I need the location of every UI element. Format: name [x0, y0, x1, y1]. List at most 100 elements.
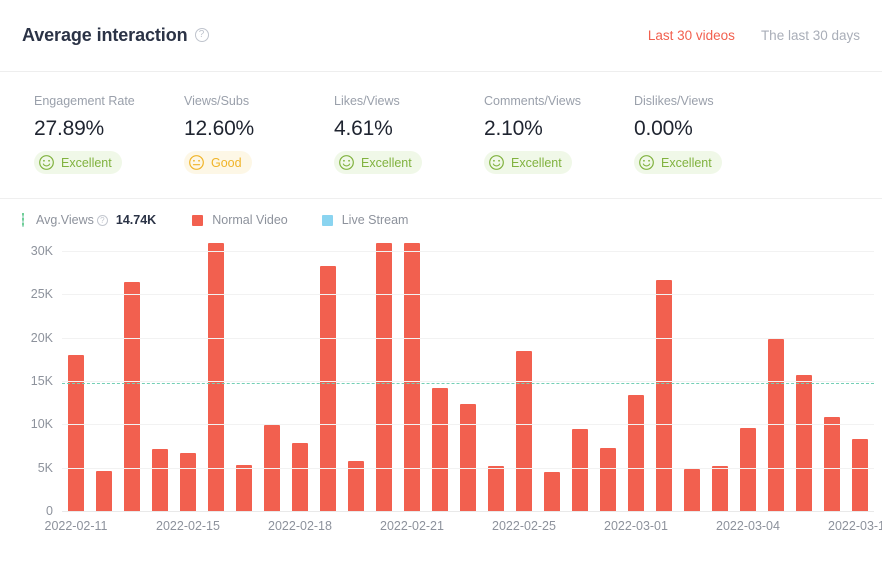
metric-card: Likes/Views 4.61% Excellent	[334, 94, 484, 176]
tab-last-30-days[interactable]: The last 30 days	[761, 28, 860, 43]
chart-bar[interactable]	[124, 282, 140, 511]
status-badge: Excellent	[634, 151, 722, 174]
chart-bar[interactable]	[852, 439, 868, 511]
status-badge-label: Excellent	[511, 156, 562, 170]
metric-value: 27.89%	[34, 117, 184, 141]
legend-label-normal-video: Normal Video	[212, 213, 288, 227]
chart-gridline	[62, 468, 874, 469]
question-circle-icon[interactable]: ?	[195, 28, 209, 42]
y-axis-tick-label: 0	[46, 504, 53, 518]
chart-bar[interactable]	[432, 388, 448, 511]
chart-bar[interactable]	[544, 472, 560, 511]
chart-bar[interactable]	[180, 453, 196, 511]
chart-bar[interactable]	[824, 417, 840, 511]
x-axis-labels: 2022-02-112022-02-152022-02-182022-02-21…	[62, 519, 874, 541]
avg-views-help-icon[interactable]: ?	[97, 215, 108, 226]
metric-label: Dislikes/Views	[634, 94, 784, 108]
y-axis-tick-label: 15K	[31, 374, 53, 388]
page-title: Average interaction	[22, 25, 188, 46]
status-badge-label: Excellent	[361, 156, 412, 170]
x-axis-tick-label: 2022-03-04	[716, 519, 780, 533]
chart-bar[interactable]	[96, 471, 112, 511]
tab-last-30-videos[interactable]: Last 30 videos	[648, 28, 735, 43]
views-bar-chart[interactable]: 30K25K20K15K10K5K0 2022-02-11 2022-02-15 2…	[0, 233, 882, 563]
metric-card: Engagement Rate 27.89% Excellent	[34, 94, 184, 176]
metrics-row: Engagement Rate 27.89% Excellent Views/Sub…	[0, 72, 882, 199]
x-axis-tick-label: 2022-02-18	[268, 519, 332, 533]
avg-views-value: 14.74K	[116, 213, 156, 227]
metric-label: Comments/Views	[484, 94, 634, 108]
smiley-face-icon	[638, 154, 655, 171]
metric-label: Likes/Views	[334, 94, 484, 108]
card-header: Average interaction ? Last 30 videos The…	[0, 0, 882, 72]
chart-gridline	[62, 294, 874, 295]
x-axis-tick-label: 2022-02-25	[492, 519, 556, 533]
status-badge: Good	[184, 151, 252, 174]
normal-video-swatch-icon	[192, 215, 203, 226]
page-title-wrap: Average interaction ?	[22, 25, 209, 46]
chart-plot-area: 30K25K20K15K10K5K0	[62, 251, 874, 511]
avg-views-label: Avg.Views	[36, 213, 94, 227]
chart-bar[interactable]	[292, 443, 308, 511]
chart-bar[interactable]	[208, 243, 224, 511]
chart-bar[interactable]	[68, 355, 84, 511]
legend-label-live-stream: Live Stream	[342, 213, 409, 227]
y-axis-tick-label: 20K	[31, 331, 53, 345]
chart-bar[interactable]	[320, 266, 336, 511]
avg-line-swatch	[22, 213, 24, 227]
header-tabs: Last 30 videos The last 30 days	[648, 28, 860, 43]
chart-bar[interactable]	[516, 351, 532, 511]
chart-bar[interactable]	[656, 280, 672, 511]
metric-value: 4.61%	[334, 117, 484, 141]
chart-bar[interactable]	[404, 243, 420, 511]
chart-bar[interactable]	[628, 395, 644, 511]
x-axis-tick-label: 2022-03-14	[828, 519, 882, 533]
status-badge-label: Good	[211, 156, 242, 170]
chart-legend: Avg.Views ? 14.74K Normal Video Live Str…	[0, 199, 882, 233]
chart-bar[interactable]	[376, 243, 392, 511]
metric-value: 0.00%	[634, 117, 784, 141]
chart-gridline	[62, 424, 874, 425]
smiley-face-icon	[488, 154, 505, 171]
x-axis-line	[62, 511, 874, 512]
x-axis-tick-label: 2022-03-01	[604, 519, 668, 533]
status-badge-label: Excellent	[61, 156, 112, 170]
x-axis-tick-label: 2022-02-15	[156, 519, 220, 533]
chart-bar[interactable]	[460, 404, 476, 511]
chart-bar[interactable]	[572, 429, 588, 511]
legend-item-normal-video[interactable]: Normal Video	[192, 213, 288, 227]
y-axis-tick-label: 30K	[31, 244, 53, 258]
metric-value: 2.10%	[484, 117, 634, 141]
average-interaction-card: Average interaction ? Last 30 videos The…	[0, 0, 882, 588]
legend-item-live-stream[interactable]: Live Stream	[322, 213, 409, 227]
smiley-face-icon	[38, 154, 55, 171]
chart-bar[interactable]	[152, 449, 168, 511]
y-axis-tick-label: 5K	[38, 461, 53, 475]
metric-card: Comments/Views 2.10% Excellent	[484, 94, 634, 176]
neutral-face-icon	[188, 154, 205, 171]
status-badge-label: Excellent	[661, 156, 712, 170]
chart-gridline	[62, 338, 874, 339]
chart-gridline	[62, 251, 874, 252]
status-badge: Excellent	[34, 151, 122, 174]
y-axis-tick-label: 10K	[31, 417, 53, 431]
metric-card: Dislikes/Views 0.00% Excellent	[634, 94, 784, 176]
status-badge: Excellent	[484, 151, 572, 174]
chart-bar[interactable]	[684, 469, 700, 511]
smiley-face-icon	[338, 154, 355, 171]
x-axis-tick-label: 2022-02-11	[44, 519, 107, 533]
live-stream-swatch-icon	[322, 215, 333, 226]
average-views-line	[62, 383, 874, 384]
chart-bar[interactable]	[796, 375, 812, 511]
chart-bar[interactable]	[236, 465, 252, 511]
metric-card: Views/Subs 12.60% Good	[184, 94, 334, 176]
x-axis-tick-label: 2022-02-21	[380, 519, 444, 533]
chart-bar[interactable]	[740, 428, 756, 511]
status-badge: Excellent	[334, 151, 422, 174]
chart-bar[interactable]	[712, 466, 728, 511]
metric-label: Engagement Rate	[34, 94, 184, 108]
chart-bar[interactable]	[600, 448, 616, 511]
metric-label: Views/Subs	[184, 94, 334, 108]
metric-value: 12.60%	[184, 117, 334, 141]
chart-bar[interactable]	[488, 466, 504, 511]
